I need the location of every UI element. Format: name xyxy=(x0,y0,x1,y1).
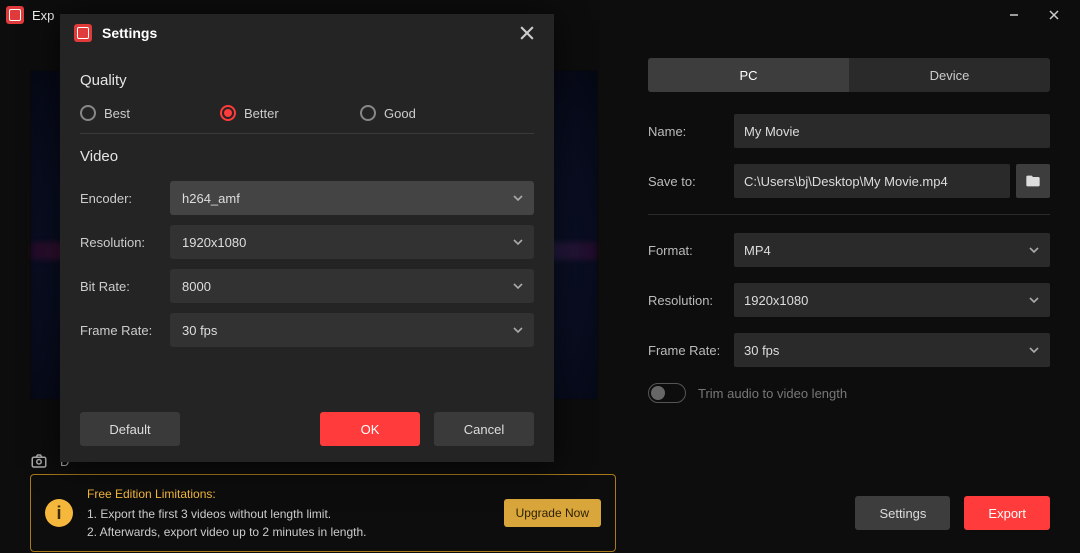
default-button[interactable]: Default xyxy=(80,412,180,446)
close-window-button[interactable] xyxy=(1034,1,1074,29)
limitations-title: Free Edition Limitations: xyxy=(87,485,367,503)
quality-good-label: Good xyxy=(384,106,416,121)
settings-resolution-select[interactable]: 1920x1080 xyxy=(170,225,534,259)
chevron-down-icon xyxy=(512,192,524,204)
minimize-button[interactable] xyxy=(994,1,1034,29)
name-label: Name: xyxy=(648,124,734,139)
framerate-value: 30 fps xyxy=(744,343,779,358)
format-select[interactable]: MP4 xyxy=(734,233,1050,267)
row-name: Name: xyxy=(648,114,1050,148)
snapshot-icon[interactable] xyxy=(30,452,48,470)
cancel-button[interactable]: Cancel xyxy=(434,412,534,446)
row-save-to: Save to: xyxy=(648,164,1050,198)
separator xyxy=(80,133,534,134)
settings-framerate-label: Frame Rate: xyxy=(80,323,170,338)
resolution-select[interactable]: 1920x1080 xyxy=(734,283,1050,317)
limitations-banner: i Free Edition Limitations: 1. Export th… xyxy=(30,474,616,552)
tab-pc[interactable]: PC xyxy=(648,58,849,92)
trim-label: Trim audio to video length xyxy=(698,386,847,401)
folder-icon xyxy=(1025,173,1041,189)
export-panel: PC Device Name: Save to: Format: MP4 xyxy=(630,30,1080,466)
resolution-label: Resolution: xyxy=(648,293,734,308)
quality-better[interactable]: Better xyxy=(220,105,360,121)
app-icon xyxy=(74,24,92,42)
row-settings-framerate: Frame Rate: 30 fps xyxy=(80,313,534,347)
ok-button[interactable]: OK xyxy=(320,412,420,446)
bitrate-value: 8000 xyxy=(182,279,211,294)
bitrate-select[interactable]: 8000 xyxy=(170,269,534,303)
quality-better-label: Better xyxy=(244,106,279,121)
settings-resolution-value: 1920x1080 xyxy=(182,235,246,250)
row-format: Format: MP4 xyxy=(648,233,1050,267)
upgrade-button[interactable]: Upgrade Now xyxy=(504,499,601,527)
chevron-down-icon xyxy=(512,236,524,248)
format-value: MP4 xyxy=(744,243,771,258)
tab-device[interactable]: Device xyxy=(849,58,1050,92)
window-title: Exp xyxy=(32,8,54,23)
chevron-down-icon xyxy=(512,324,524,336)
close-icon xyxy=(520,26,534,40)
footer-buttons: Settings Export xyxy=(855,496,1050,530)
chevron-down-icon xyxy=(512,280,524,292)
settings-framerate-value: 30 fps xyxy=(182,323,217,338)
row-encoder: Encoder: h264_amf xyxy=(80,181,534,215)
encoder-select[interactable]: h264_amf xyxy=(170,181,534,215)
row-resolution: Resolution: 1920x1080 xyxy=(648,283,1050,317)
row-settings-resolution: Resolution: 1920x1080 xyxy=(80,225,534,259)
format-label: Format: xyxy=(648,243,734,258)
limitations-line1: 1. Export the first 3 videos without len… xyxy=(87,505,367,523)
browse-button[interactable] xyxy=(1016,164,1050,198)
settings-header: Settings xyxy=(60,14,554,52)
settings-button[interactable]: Settings xyxy=(855,496,950,530)
encoder-label: Encoder: xyxy=(80,191,170,206)
limitations-line2: 2. Afterwards, export video up to 2 minu… xyxy=(87,523,367,541)
app-icon xyxy=(6,6,24,24)
row-framerate: Frame Rate: 30 fps xyxy=(648,333,1050,367)
video-heading: Video xyxy=(80,148,534,165)
trim-toggle[interactable] xyxy=(648,383,686,403)
settings-body: Quality Best Better Good Video Encoder: … xyxy=(60,52,554,347)
separator xyxy=(648,214,1050,215)
quality-good[interactable]: Good xyxy=(360,105,416,121)
quality-best[interactable]: Best xyxy=(80,105,220,121)
radio-selected-icon xyxy=(220,105,236,121)
settings-title: Settings xyxy=(102,25,157,41)
save-to-label: Save to: xyxy=(648,174,734,189)
chevron-down-icon xyxy=(1028,344,1040,356)
quality-best-label: Best xyxy=(104,106,130,121)
encoder-value: h264_amf xyxy=(182,191,240,206)
radio-icon xyxy=(360,105,376,121)
footer: i Free Edition Limitations: 1. Export th… xyxy=(0,473,1080,553)
name-input[interactable] xyxy=(734,114,1050,148)
save-to-input[interactable] xyxy=(734,164,1010,198)
quality-heading: Quality xyxy=(80,72,534,89)
window-controls xyxy=(994,1,1074,29)
export-tabs: PC Device xyxy=(648,58,1050,92)
row-bitrate: Bit Rate: 8000 xyxy=(80,269,534,303)
row-trim: Trim audio to video length xyxy=(648,383,1050,403)
export-button[interactable]: Export xyxy=(964,496,1050,530)
framerate-label: Frame Rate: xyxy=(648,343,734,358)
limitations-text: Free Edition Limitations: 1. Export the … xyxy=(87,485,367,541)
info-icon: i xyxy=(45,499,73,527)
chevron-down-icon xyxy=(1028,294,1040,306)
settings-close-button[interactable] xyxy=(514,22,540,44)
resolution-value: 1920x1080 xyxy=(744,293,808,308)
settings-dialog: Settings Quality Best Better Good Video … xyxy=(60,14,554,462)
settings-footer: Default OK Cancel xyxy=(80,412,534,446)
settings-resolution-label: Resolution: xyxy=(80,235,170,250)
chevron-down-icon xyxy=(1028,244,1040,256)
radio-icon xyxy=(80,105,96,121)
settings-framerate-select[interactable]: 30 fps xyxy=(170,313,534,347)
quality-options: Best Better Good xyxy=(80,105,534,121)
framerate-select[interactable]: 30 fps xyxy=(734,333,1050,367)
bitrate-label: Bit Rate: xyxy=(80,279,170,294)
